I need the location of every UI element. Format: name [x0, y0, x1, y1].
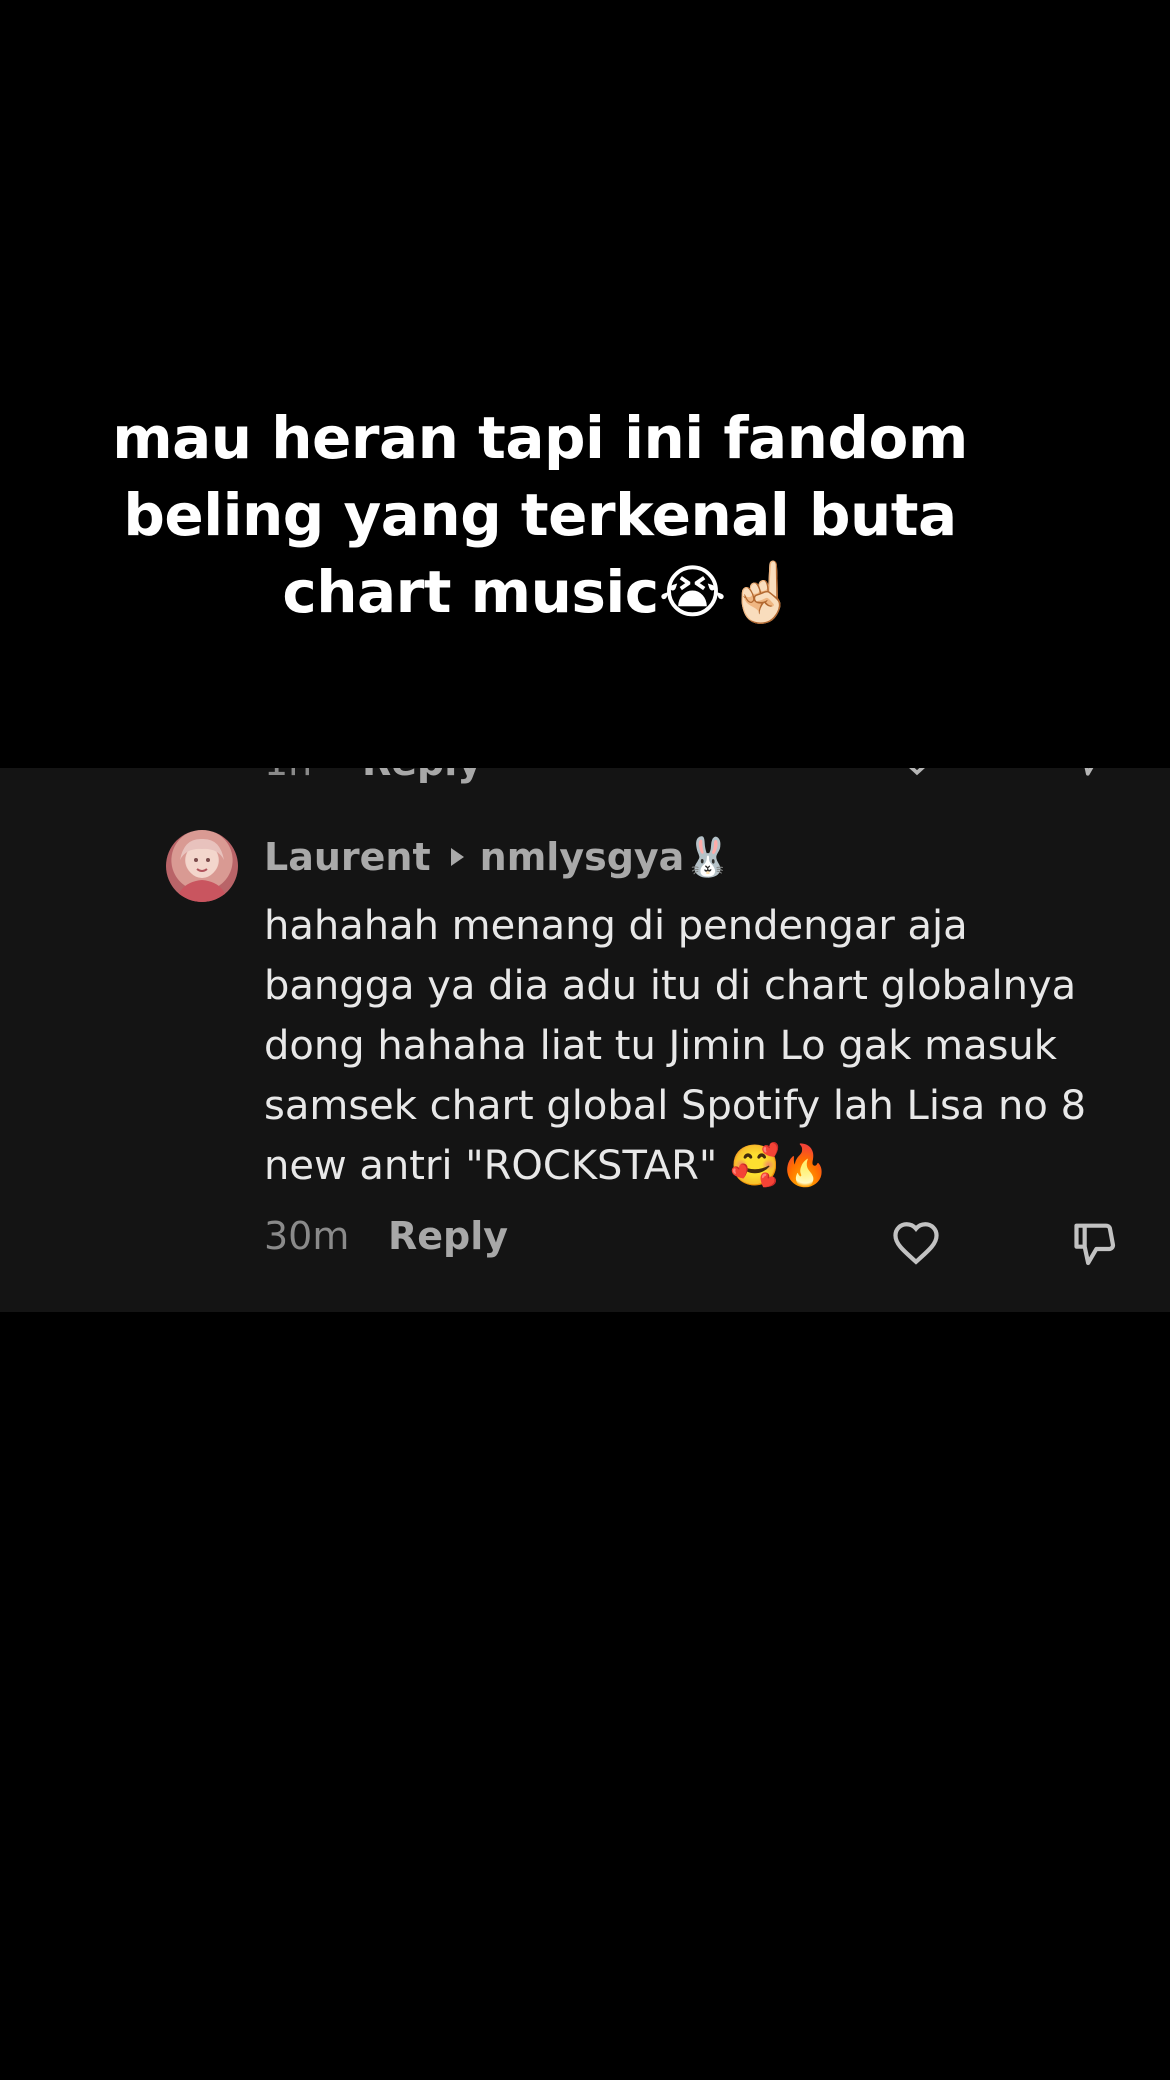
reply-to-user[interactable]: nmlysgya🐰	[480, 835, 732, 880]
comment-text-line-2: bangga ya dia adu itu di chart globalnya	[264, 963, 1077, 1009]
comment-panel: 1h Reply Laurent nmlysgya🐰 hahahah menan…	[0, 768, 1170, 1312]
comment-text-line-5: new antri "ROCKSTAR" 🥰🔥	[264, 1143, 830, 1189]
caption-line-3: chart music😭☝🏻	[282, 558, 798, 626]
previous-reply-button[interactable]: Reply	[362, 768, 482, 784]
heart-outline-icon[interactable]	[888, 1214, 944, 1270]
comment-author[interactable]: Laurent	[264, 835, 431, 879]
thumbs-down-icon[interactable]	[1068, 768, 1118, 780]
heart-outline-icon[interactable]	[892, 768, 942, 780]
comment-time: 30m	[264, 1214, 350, 1258]
previous-comment-time: 1h	[264, 768, 312, 784]
reply-button[interactable]: Reply	[388, 1214, 508, 1258]
caption-line-1: mau heran tapi ini fandom	[112, 404, 968, 472]
comment-text-line-3: dong hahaha liat tu Jimin Lo gak masuk	[264, 1023, 1057, 1069]
caret-right-icon	[450, 848, 464, 866]
comment-text-line-4: samsek chart global Spotify lah Lisa no …	[264, 1083, 1087, 1129]
thumbs-down-icon[interactable]	[1066, 1214, 1122, 1270]
comment-author-row: Laurent nmlysgya🐰	[264, 830, 732, 884]
comment-text: hahahah menang di pendengar aja bangga y…	[264, 896, 1144, 1196]
caption-line-2: beling yang terkenal buta	[123, 481, 957, 549]
video-caption: mau heran tapi ini fandom beling yang te…	[110, 400, 970, 631]
avatar[interactable]	[166, 830, 238, 902]
previous-comment-actions: 1h Reply	[0, 768, 1170, 796]
comment-text-line-1: hahahah menang di pendengar aja	[264, 903, 968, 949]
